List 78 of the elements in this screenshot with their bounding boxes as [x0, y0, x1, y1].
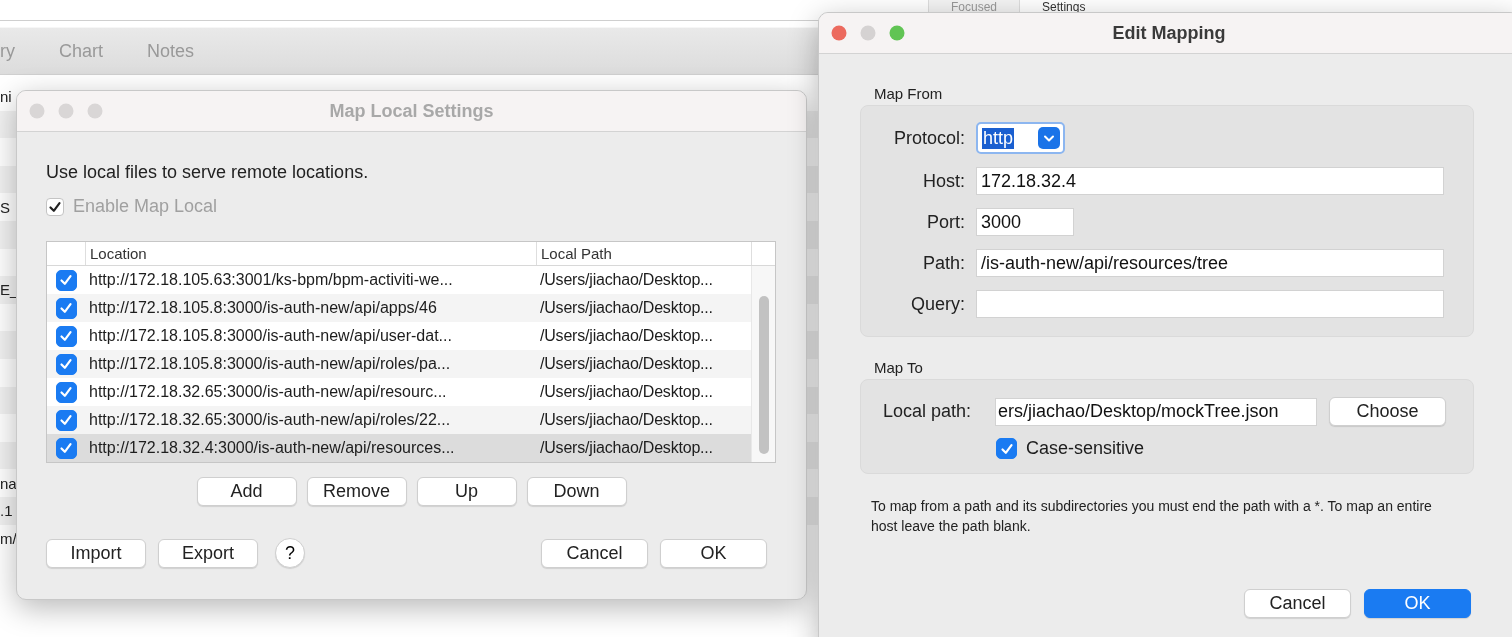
- table-cell-text: /Users/jiachao/Desktop...: [539, 355, 714, 373]
- input-field[interactable]: 172.18.32.4: [976, 167, 1444, 195]
- checkbox[interactable]: [55, 409, 77, 431]
- button[interactable]: Export: [158, 538, 258, 568]
- field-label: Protocol:: [892, 127, 965, 149]
- table-cell-text: http://172.18.105.8:3000/is-auth-new/api/user-dat...: [88, 327, 453, 345]
- close-button[interactable]: [831, 25, 847, 41]
- input-field[interactable]: /is-auth-new/api/resources/tree: [976, 249, 1444, 277]
- table-cell-text: /Users/jiachao/Desktop...: [539, 439, 714, 457]
- table-cell-text: /Users/jiachao/Desktop...: [539, 411, 714, 429]
- button[interactable]: Cancel: [1244, 589, 1351, 618]
- choose-button[interactable]: Choose: [1329, 397, 1446, 426]
- table-row[interactable]: http://172.18.105.8:3000/is-auth-new/api/roles/pa... /Users/jiachao/Desktop...: [47, 350, 751, 378]
- checkbox-label: Case-sensitive: [1026, 438, 1145, 459]
- chevron-down-icon: [1038, 127, 1060, 149]
- button[interactable]: Cancel: [541, 538, 648, 568]
- table-cell: ni: [0, 88, 12, 106]
- button[interactable]: Remove: [306, 477, 407, 506]
- field-label: Query:: [909, 293, 965, 315]
- field-label: Local path:: [883, 401, 973, 422]
- checkbox[interactable]: [996, 438, 1017, 459]
- checkbox[interactable]: [55, 325, 77, 347]
- field-label: Host:: [922, 170, 965, 192]
- checkmark-icon: [59, 329, 73, 343]
- table-cell-text: http://172.18.32.65:3000/is-auth-new/api/resourc...: [88, 383, 448, 401]
- checkmark-icon: [59, 301, 73, 315]
- table-cell: S: [0, 198, 10, 216]
- table-cell: E_: [0, 281, 19, 299]
- table-row[interactable]: http://172.18.105.8:3000/is-auth-new/api/apps/46 /Users/jiachao/Desktop...: [47, 294, 751, 322]
- table-cell-text: http://172.18.105.8:3000/is-auth-new/api/roles/pa...: [88, 355, 452, 373]
- table-row[interactable]: http://172.18.32.65:3000/is-auth-new/api/roles/22... /Users/jiachao/Desktop...: [47, 406, 751, 434]
- checkbox[interactable]: [55, 353, 77, 375]
- checkmark-icon: [48, 199, 62, 214]
- checkbox[interactable]: [55, 381, 77, 403]
- checkbox[interactable]: [55, 437, 77, 459]
- checkmark-icon: [999, 441, 1014, 456]
- table-cell: na: [0, 474, 17, 492]
- column-header[interactable]: Local Path: [536, 242, 751, 265]
- table-cell: m/: [0, 529, 17, 547]
- protocol-dropdown[interactable]: http: [976, 122, 1065, 154]
- help-button[interactable]: ?: [275, 538, 305, 568]
- button[interactable]: OK: [1364, 589, 1471, 618]
- table-cell-text: /Users/jiachao/Desktop...: [539, 271, 714, 289]
- button[interactable]: Down: [526, 477, 627, 506]
- button[interactable]: OK: [660, 538, 767, 568]
- input-field[interactable]: 3000: [976, 208, 1074, 236]
- button[interactable]: Import: [46, 538, 146, 568]
- column-header[interactable]: Location: [85, 242, 536, 265]
- table-cell-text: http://172.18.105.63:3001/ks-bpm/bpm-activiti-we...: [88, 271, 454, 289]
- field-label: Path:: [921, 252, 965, 274]
- section-label: Map To: [874, 359, 924, 376]
- description-text: Use local files to serve remote locations.: [46, 162, 370, 183]
- checkmark-icon: [59, 357, 73, 371]
- scrollbar-thumb[interactable]: [758, 296, 769, 454]
- checkbox[interactable]: [55, 297, 77, 319]
- section-label: Map From: [874, 85, 944, 102]
- checkmark-icon: [59, 273, 73, 287]
- checkmark-icon: [59, 385, 73, 399]
- table-cell-text: http://172.18.32.65:3000/is-auth-new/api/roles/22...: [88, 411, 452, 429]
- input-field[interactable]: [976, 290, 1444, 318]
- table-cell-text: /Users/jiachao/Desktop...: [539, 299, 714, 317]
- field-label: Port:: [926, 211, 965, 233]
- table-cell-text: http://172.18.105.8:3000/is-auth-new/api/apps/46: [88, 299, 438, 317]
- window-title: Edit Mapping: [1111, 22, 1227, 44]
- input-field[interactable]: ers/jiachao/Desktop/mockTree.json: [995, 397, 1317, 426]
- table-cell-text: http://172.18.32.4:3000/is-auth-new/api/resources...: [88, 439, 456, 457]
- button[interactable]: Add: [196, 477, 297, 506]
- checkmark-icon: [59, 413, 73, 427]
- checkbox-label: Enable Map Local: [73, 196, 218, 217]
- window-title: Map Local Settings: [328, 100, 495, 122]
- table-row[interactable]: http://172.18.32.4:3000/is-auth-new/api/resources... /Users/jiachao/Desktop...: [47, 434, 751, 462]
- checkbox[interactable]: [55, 269, 77, 291]
- help-text: To map from a path and its subdirectories you must end the path with a *. To map an entire host leave the path blank.: [871, 497, 1433, 536]
- checkmark-icon: [59, 441, 73, 455]
- table-cell-text: /Users/jiachao/Desktop...: [539, 327, 714, 345]
- table-cell: .1: [0, 502, 13, 520]
- button[interactable]: Up: [416, 477, 517, 506]
- table-cell-text: /Users/jiachao/Desktop...: [539, 383, 714, 401]
